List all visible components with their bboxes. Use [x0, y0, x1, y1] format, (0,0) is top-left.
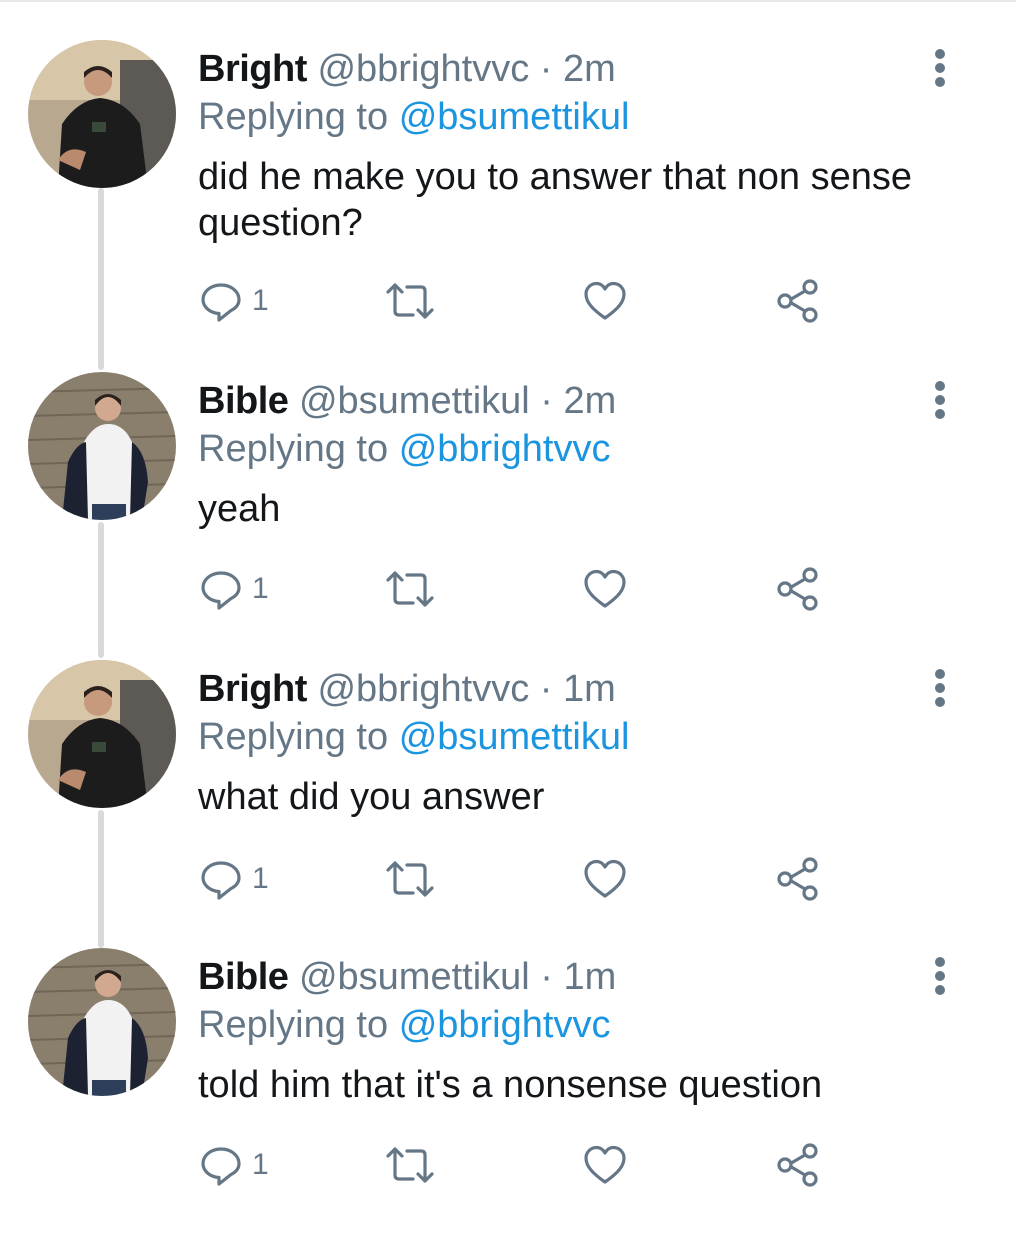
reply-button[interactable]: 1 [198, 276, 269, 326]
heart-icon [584, 859, 626, 898]
avatar-bible[interactable] [28, 372, 176, 520]
replying-to-mention[interactable]: @bbrightvvc [399, 428, 611, 470]
more-options-button[interactable] [920, 44, 960, 90]
more-options-button[interactable] [920, 952, 960, 998]
retweet-button[interactable] [384, 1140, 436, 1190]
replying-to: Replying to @bbrightvvc [198, 1002, 610, 1048]
share-button[interactable] [774, 564, 822, 614]
separator: · [539, 668, 553, 710]
tweet[interactable]: Bright @bbrightvvc · 2m Replying to @bsu… [0, 40, 1016, 330]
share-icon [777, 857, 818, 901]
replying-to-label: Replying to [198, 428, 389, 470]
reply-count: 1 [252, 1148, 269, 1181]
share-button[interactable] [774, 854, 822, 904]
like-button[interactable] [582, 564, 628, 614]
retweet-icon [386, 1147, 434, 1183]
handle[interactable]: @bbrightvvc [317, 48, 529, 90]
retweet-button[interactable] [384, 854, 436, 904]
separator: · [540, 380, 553, 422]
reply-button[interactable]: 1 [198, 564, 269, 614]
handle[interactable]: @bsumettikul [299, 956, 530, 998]
replying-to: Replying to @bsumettikul [198, 94, 629, 140]
reply-bubble-icon [201, 861, 241, 900]
reply-button[interactable]: 1 [198, 1140, 269, 1190]
handle[interactable]: @bbrightvvc [317, 668, 529, 710]
retweet-icon [386, 283, 434, 319]
share-icon [777, 567, 818, 611]
reply-bubble-icon [201, 1147, 241, 1186]
heart-icon [584, 281, 626, 320]
reply-count: 1 [252, 862, 269, 895]
tweet-text: did he make you to answer that non sense… [198, 156, 913, 244]
tweet-header: Bible @bsumettikul · 1m [198, 954, 616, 1000]
reply-bubble-icon [201, 571, 241, 610]
handle[interactable]: @bsumettikul [299, 380, 530, 422]
replying-to-label: Replying to [198, 1004, 389, 1046]
retweet-icon [386, 571, 434, 607]
reply-count: 1 [252, 572, 269, 605]
retweet-button[interactable] [384, 564, 436, 614]
avatar-photo-bright [28, 660, 176, 808]
tweet-text: yeah [198, 488, 281, 530]
tweet-text: told him that it's a nonsense question [198, 1064, 823, 1106]
avatar-bright[interactable] [28, 660, 176, 808]
tweet-header: Bright @bbrightvvc · 2m [198, 46, 616, 92]
reply-bubble-icon [201, 283, 241, 322]
tweet-header: Bright @bbrightvvc · 1m [198, 666, 616, 712]
timestamp[interactable]: 2m [564, 380, 617, 422]
tweet-actions: 1 [198, 276, 838, 326]
top-divider [0, 0, 1016, 2]
timestamp[interactable]: 1m [564, 956, 617, 998]
reply-count: 1 [252, 284, 269, 317]
more-options-button[interactable] [920, 664, 960, 710]
avatar-bright[interactable] [28, 40, 176, 188]
more-vertical-icon [935, 957, 945, 995]
avatar-bible[interactable] [28, 948, 176, 1096]
timestamp[interactable]: 2m [563, 48, 616, 90]
retweet-button[interactable] [384, 276, 436, 326]
display-name[interactable]: Bright [198, 48, 307, 90]
display-name[interactable]: Bright [198, 668, 307, 710]
timestamp[interactable]: 1m [563, 668, 616, 710]
display-name[interactable]: Bible [198, 380, 289, 422]
more-vertical-icon [935, 669, 945, 707]
tweet[interactable]: Bible @bsumettikul · 1m Replying to @bbr… [0, 948, 1016, 1238]
like-button[interactable] [582, 1140, 628, 1190]
like-button[interactable] [582, 854, 628, 904]
tweet-header: Bible @bsumettikul · 2m [198, 378, 616, 424]
replying-to: Replying to @bsumettikul [198, 714, 629, 760]
replying-to-mention[interactable]: @bbrightvvc [399, 1004, 611, 1046]
share-button[interactable] [774, 1140, 822, 1190]
heart-icon [584, 569, 626, 608]
reply-button[interactable]: 1 [198, 854, 269, 904]
replying-to-label: Replying to [198, 96, 389, 138]
tweet-actions: 1 [198, 1140, 838, 1190]
replying-to-mention[interactable]: @bsumettikul [399, 96, 630, 138]
heart-icon [584, 1145, 626, 1184]
separator: · [540, 956, 553, 998]
avatar-photo-bible [28, 372, 176, 520]
more-vertical-icon [935, 49, 945, 87]
replying-to-mention[interactable]: @bsumettikul [399, 716, 630, 758]
tweet-actions: 1 [198, 854, 838, 904]
share-icon [777, 1143, 818, 1187]
more-options-button[interactable] [920, 376, 960, 422]
tweet[interactable]: Bright @bbrightvvc · 1m Replying to @bsu… [0, 660, 1016, 950]
avatar-photo-bible [28, 948, 176, 1096]
share-icon [777, 279, 818, 323]
more-vertical-icon [935, 381, 945, 419]
tweet-text: what did you answer [198, 776, 545, 818]
like-button[interactable] [582, 276, 628, 326]
tweet-actions: 1 [198, 564, 838, 614]
separator: · [539, 48, 553, 90]
tweet[interactable]: Bible @bsumettikul · 2m Replying to @bbr… [0, 372, 1016, 662]
display-name[interactable]: Bible [198, 956, 289, 998]
replying-to-label: Replying to [198, 716, 389, 758]
replying-to: Replying to @bbrightvvc [198, 426, 610, 472]
retweet-icon [386, 861, 434, 897]
share-button[interactable] [774, 276, 822, 326]
avatar-photo-bright [28, 40, 176, 188]
